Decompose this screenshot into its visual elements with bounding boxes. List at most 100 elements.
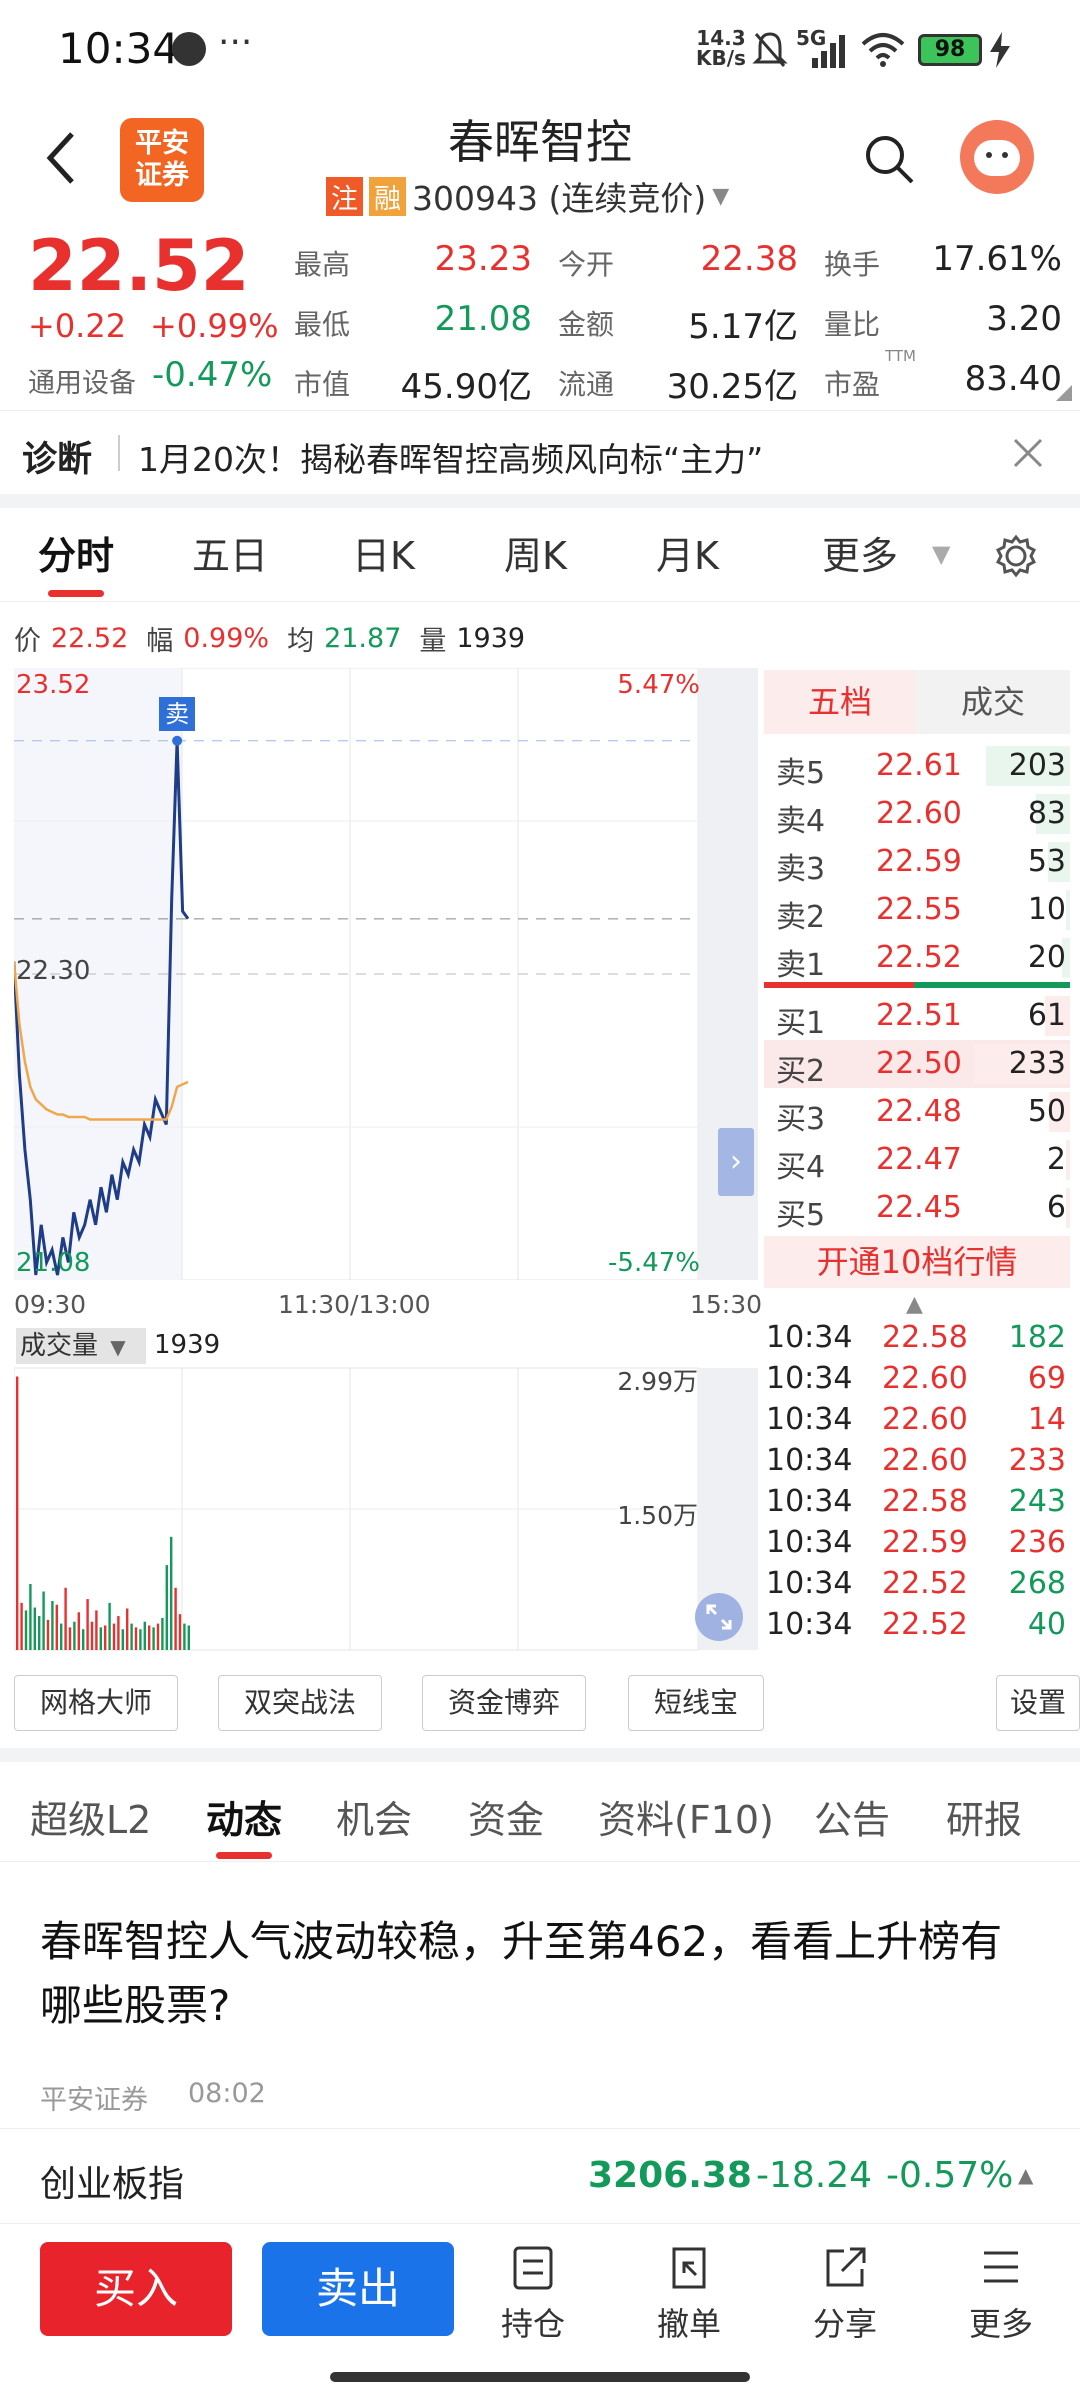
- tab-announcement[interactable]: 公告: [814, 1775, 890, 1865]
- info-label: 价: [14, 625, 41, 657]
- section-divider: [0, 494, 1080, 508]
- share-icon: [826, 2247, 866, 2287]
- axis-top-pct: 5.47%: [617, 670, 700, 700]
- level-label: 买1: [776, 1006, 826, 1041]
- nav-positions[interactable]: 持仓: [468, 2245, 598, 2355]
- diagnosis-banner[interactable]: 诊断 1月20次！揭秘春晖智控高频风向标“主力”: [0, 410, 1080, 496]
- tab-weekly-k[interactable]: 周K: [504, 510, 567, 602]
- volume-bar: [51, 1600, 54, 1650]
- level-price: 22.51: [876, 998, 962, 1033]
- buy-level-row[interactable]: 买1 22.51 61: [764, 992, 1070, 1041]
- chevron-down-icon[interactable]: ▼: [932, 540, 950, 568]
- info-average: 21.87: [324, 622, 402, 654]
- sell-marker[interactable]: 卖: [159, 696, 196, 731]
- tab-intraday[interactable]: 分时: [38, 510, 114, 602]
- fullscreen-icon[interactable]: [694, 1592, 744, 1642]
- wifi-icon: [861, 33, 905, 67]
- tab-opportunity[interactable]: 机会: [336, 1775, 412, 1865]
- level-volume: 61: [1027, 998, 1066, 1033]
- volume-bar: [134, 1627, 138, 1650]
- register-tag: 注: [326, 176, 363, 216]
- price-change-pct: +0.99%: [150, 307, 279, 345]
- tab-five-day[interactable]: 五日: [192, 510, 268, 602]
- battery-level: 98: [918, 34, 982, 66]
- buy-level-row[interactable]: 买5 22.45 6: [764, 1184, 1070, 1233]
- volume-value: 1939: [154, 1330, 221, 1360]
- assistant-avatar-icon[interactable]: [960, 120, 1034, 194]
- double-break-button[interactable]: 双突战法: [218, 1675, 382, 1731]
- grid-master-button[interactable]: 网格大师: [14, 1675, 178, 1731]
- volume-bar: [174, 1587, 177, 1650]
- buy-button[interactable]: 买入: [40, 2242, 232, 2336]
- status-more-dots: ···: [218, 22, 253, 63]
- sell-level-row[interactable]: 卖4 22.60 83: [764, 790, 1070, 839]
- sell-button[interactable]: 卖出: [262, 2242, 454, 2336]
- level-volume: 83: [1027, 796, 1066, 831]
- tick-volume: 233: [1008, 1443, 1066, 1478]
- level-volume: 203: [1008, 748, 1066, 783]
- sell-point: [172, 735, 183, 746]
- expand-orderbook-icon[interactable]: ›: [718, 1128, 754, 1196]
- tab-capital[interactable]: 资金: [468, 1775, 544, 1865]
- tab-more[interactable]: 更多: [822, 510, 898, 602]
- stat-value: 22.38: [700, 239, 798, 279]
- tick-volume: 14: [1027, 1402, 1066, 1437]
- status-time: 10:34: [58, 24, 180, 73]
- volume-depth-bar: [1066, 890, 1070, 930]
- price-chart-svg: [14, 668, 758, 1280]
- nav-more[interactable]: 更多: [936, 2245, 1066, 2355]
- chevron-down-icon[interactable]: ▼: [712, 184, 729, 209]
- buy-level-row[interactable]: 买4 22.47 2: [764, 1136, 1070, 1185]
- app-notification-icon: [172, 32, 206, 66]
- tick-volume: 268: [1008, 1566, 1066, 1601]
- tick-row: 10:34 22.60 233: [764, 1443, 1070, 1484]
- trade-ticks[interactable]: ▲ 10:34 22.58 182 10:34 22.60 69 10:34 22.60 14 1…: [764, 1292, 1070, 1660]
- nav-cancel-order[interactable]: 撤单: [624, 2245, 754, 2355]
- tick-volume: 243: [1008, 1484, 1066, 1519]
- open-10-level-button[interactable]: 开通10档行情: [764, 1236, 1070, 1288]
- sell-level-row[interactable]: 卖3 22.59 53: [764, 838, 1070, 887]
- index-ticker[interactable]: 创业板指 3206.38 -18.24 -0.57% ▲: [0, 2128, 1080, 2224]
- capital-game-button[interactable]: 资金博弈: [422, 1675, 586, 1731]
- sell-level-row[interactable]: 卖2 22.55 10: [764, 886, 1070, 935]
- volume-bar: [112, 1623, 116, 1650]
- intraday-chart[interactable]: 23.52 22.30 21.08 5.47% -5.47% 卖 ›: [14, 668, 758, 1280]
- volume-selector[interactable]: 成交量 ▼: [16, 1328, 146, 1364]
- tab-five-levels[interactable]: 五档: [764, 670, 916, 734]
- stock-name: 春晖智控: [448, 115, 632, 169]
- current-price: 22.52: [28, 225, 250, 307]
- level-label: 买2: [776, 1054, 826, 1089]
- expand-corner-icon[interactable]: [1056, 385, 1072, 401]
- tab-super-l2[interactable]: 超级L2: [30, 1775, 151, 1865]
- search-icon[interactable]: [862, 132, 916, 186]
- sell-level-row[interactable]: 卖5 22.61 203: [764, 742, 1070, 791]
- settings-button[interactable]: 设置: [996, 1675, 1080, 1731]
- sell-level-row[interactable]: 卖1 22.52 20: [764, 934, 1070, 983]
- close-icon[interactable]: [1012, 437, 1044, 469]
- volume-bar: [126, 1608, 129, 1650]
- buy-level-row[interactable]: 买2 22.50 233: [764, 1040, 1070, 1089]
- buy-level-row[interactable]: 买3 22.48 50: [764, 1088, 1070, 1137]
- tab-f10[interactable]: 资料(F10): [598, 1775, 774, 1865]
- tab-monthly-k[interactable]: 月K: [656, 510, 719, 602]
- net-speed-unit: KB/s: [696, 46, 746, 70]
- positions-icon: [513, 2246, 553, 2290]
- volume-bar: [33, 1607, 36, 1650]
- tick-time: 10:34: [766, 1361, 853, 1396]
- tick-volume: 40: [1027, 1607, 1066, 1642]
- chevron-up-icon[interactable]: ▲: [906, 1292, 923, 1317]
- volume-chart[interactable]: 成交量 ▼ 1939 2.99万 1.50万: [14, 1328, 758, 1658]
- news-title[interactable]: 春晖智控人气波动较稳，升至第462，看看上升榜有哪些股票?: [40, 1910, 1010, 2038]
- short-line-button[interactable]: 短线宝: [628, 1675, 764, 1731]
- gear-icon[interactable]: [994, 534, 1038, 578]
- tab-research[interactable]: 研报: [946, 1775, 1022, 1865]
- volume-bar: [165, 1565, 168, 1650]
- volume-bar: [108, 1602, 111, 1650]
- time-label: 11:30/13:00: [278, 1290, 431, 1319]
- sell-ratio-bar: [764, 982, 914, 988]
- tab-daily-k[interactable]: 日K: [352, 510, 415, 602]
- chevron-up-icon[interactable]: ▲: [1018, 2163, 1033, 2187]
- level-label: 卖2: [776, 900, 826, 935]
- nav-share[interactable]: 分享: [780, 2245, 910, 2355]
- tab-trades[interactable]: 成交: [916, 670, 1070, 734]
